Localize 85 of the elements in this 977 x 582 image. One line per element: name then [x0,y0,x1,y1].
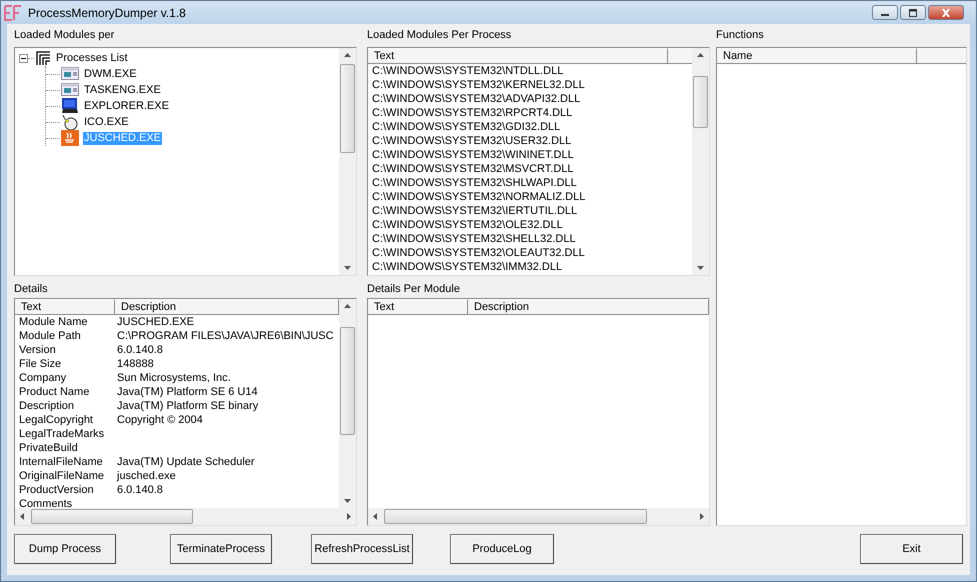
column-header[interactable]: Text [15,299,115,315]
scroll-thumb[interactable] [693,76,708,128]
table-cell-text: ProductVersion [18,483,95,497]
list-row[interactable]: C:\WINDOWS\SYSTEM32\GDI32.DLL [368,120,560,134]
list-row[interactable]: C:\WINDOWS\SYSTEM32\MSVCRT.DLL [368,162,574,176]
table-cell-text: Version [18,343,57,357]
table-cell-text: 148888 [116,357,154,371]
window-title: ProcessMemoryDumper v.1.8 [28,6,186,20]
horizontal-scrollbar[interactable] [15,508,356,525]
list-row[interactable]: C:\WINDOWS\SYSTEM32\OLE32.DLL [368,218,563,232]
scroll-thumb[interactable] [340,64,355,153]
list-row[interactable]: C:\WINDOWS\SYSTEM32\IERTUTIL.DLL [368,204,578,218]
table-cell-text: Module Name [18,315,88,329]
horizontal-scrollbar[interactable] [368,508,709,525]
table-cell-text: Company [18,371,68,385]
table-cell-text: JUSCHED.EXE [116,315,194,329]
table-cell-text: LegalCopyright [18,413,94,427]
table-cell-text: PrivateBuild [18,441,79,455]
table-cell-text: 6.0.140.8 [116,483,163,497]
tree-item[interactable]: TASKENG.EXE [83,84,162,96]
window-icon [61,82,79,98]
table-cell-text: InternalFileName [18,455,104,469]
table-cell-text: Comments [18,497,74,508]
list-row[interactable]: C:\WINDOWS\SYSTEM32\ADVAPI32.DLL [368,92,580,106]
list-row[interactable]: C:\WINDOWS\SYSTEM32\NTDLL.DLL [368,64,564,78]
push-button[interactable]: RefreshProcessList [311,534,413,564]
table-cell-text: C:\PROGRAM FILES\JAVA\JRE6\BIN\JUSC [116,329,334,343]
minimize-button[interactable] [872,5,898,20]
tree-item[interactable]: EXPLORER.EXE [83,100,170,112]
table-cell-text: Description [18,399,76,413]
list-row[interactable]: C:\WINDOWS\SYSTEM32\USER32.DLL [368,134,572,148]
list-row[interactable]: C:\WINDOWS\SYSTEM32\WININET.DLL [368,148,574,162]
column-header[interactable]: Description [468,299,709,315]
section-label: Loaded Modules per [14,28,116,42]
section-label: Loaded Modules Per Process [367,28,512,42]
scroll-thumb[interactable] [31,509,193,524]
table-cell-text: File Size [18,357,62,371]
scroll-thumb[interactable] [384,509,647,524]
push-button[interactable]: ProduceLog [450,534,554,564]
push-button[interactable]: TerminateProcess [170,534,272,564]
section-label: Details Per Module [367,282,461,296]
list-row[interactable]: C:\WINDOWS\SYSTEM32\IMM32.DLL [368,260,562,274]
list-row[interactable]: C:\WINDOWS\SYSTEM32\RPCRT4.DLL [368,106,572,120]
section-label: Details [14,282,49,296]
close-button[interactable] [928,5,964,20]
list-icon [35,50,51,66]
maximize-icon [908,8,918,16]
app-icon [4,4,22,20]
table-cell-text: Java(TM) Update Scheduler [116,455,255,469]
scroll-thumb[interactable] [340,327,355,435]
close-icon [941,8,951,16]
list-row[interactable]: C:\WINDOWS\SYSTEM32\SHLWAPI.DLL [368,176,577,190]
tree-item[interactable]: DWM.EXE [83,68,138,80]
column-header[interactable]: Name [717,48,917,64]
mouse-icon [61,114,79,130]
vertical-scrollbar[interactable] [339,48,356,275]
monitor-icon [61,98,79,114]
push-button[interactable]: Dump Process [14,534,116,564]
table-cell-text: Module Path [18,329,82,343]
table-cell-text: LegalTradeMarks [18,427,106,441]
cup-icon [61,130,79,146]
list-row[interactable]: C:\WINDOWS\SYSTEM32\SHELL32.DLL [368,232,576,246]
column-header[interactable]: Description [115,299,339,315]
vertical-scrollbar[interactable] [692,48,709,275]
table-cell-text: Java(TM) Platform SE 6 U14 [116,385,258,399]
table-cell-text: OriginalFileName [18,469,105,483]
table-cell-text: Sun Microsystems, Inc. [116,371,231,385]
maximize-button[interactable] [900,5,926,20]
column-header[interactable]: Text [368,48,668,64]
section-label: Functions [716,28,765,42]
list-row[interactable]: C:\WINDOWS\SYSTEM32\KERNEL32.DLL [368,78,585,92]
push-button[interactable]: Exit [860,534,963,564]
window-icon [61,66,79,82]
column-header[interactable]: Text [368,299,468,315]
tree-item[interactable]: ICO.EXE [83,116,130,128]
table-cell-text: jusched.exe [116,469,176,483]
collapse-icon[interactable] [19,54,28,62]
table-cell-text: 6.0.140.8 [116,343,163,357]
table-cell-text: Java(TM) Platform SE binary [116,399,258,413]
table-cell-text: Copyright © 2004 [116,413,203,427]
list-row[interactable]: C:\WINDOWS\SYSTEM32\OLEAUT32.DLL [368,246,585,260]
vertical-scrollbar[interactable] [339,299,356,508]
table-cell-text: Product Name [18,385,90,399]
tree-item[interactable]: Processes List [55,52,129,64]
list-row[interactable]: C:\WINDOWS\SYSTEM32\NORMALIZ.DLL [368,190,586,204]
